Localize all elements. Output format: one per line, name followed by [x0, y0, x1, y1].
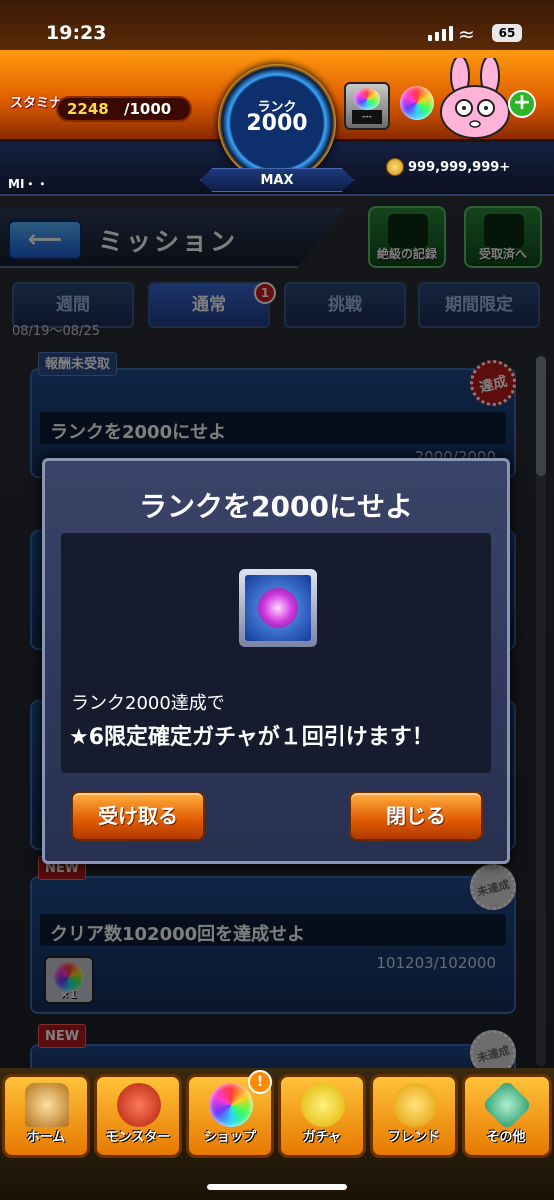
shop-icon — [209, 1083, 253, 1127]
orb-storage-value: --- — [352, 110, 382, 124]
player-name: MI・・ — [8, 177, 49, 191]
avatar[interactable] — [438, 58, 516, 140]
nav-friend-label: フレンド — [387, 1130, 440, 1145]
reward-dialog: ランクを2000にせよ ランク2000達成で ★6限定確定ガチャが１回引けます！… — [42, 458, 510, 864]
rank-value: 2000 — [246, 111, 308, 136]
gacha-icon — [301, 1083, 345, 1127]
coin-counter: 999,999,999+ — [386, 158, 510, 176]
nav-other-label: その他 — [486, 1130, 526, 1145]
nav-home-label: ホーム — [26, 1130, 66, 1145]
nav-gacha[interactable]: ガチャ — [278, 1074, 366, 1158]
signal-icon — [428, 26, 453, 41]
nav-other[interactable]: その他 — [462, 1074, 552, 1158]
receive-button[interactable]: 受け取る — [71, 791, 205, 841]
gacha-ticket-icon — [239, 569, 317, 647]
home-icon — [25, 1083, 69, 1127]
close-button[interactable]: 閉じる — [349, 791, 483, 841]
coin-value: 999,999,999+ — [408, 159, 511, 175]
rank-max-tag: MAX — [200, 168, 354, 192]
battery-icon: 65 — [492, 24, 522, 42]
nav-shop-label: ショップ — [203, 1130, 256, 1145]
stamina-label: スタミナ — [10, 96, 63, 111]
home-indicator — [207, 1184, 347, 1190]
dialog-title: ランクを2000にせよ — [139, 490, 413, 523]
wifi-icon: ≈ — [458, 22, 475, 46]
nav-gacha-label: ガチャ — [302, 1130, 342, 1145]
stamina-value: 2248 — [67, 100, 109, 118]
stamina-max: /1000 — [124, 100, 172, 118]
dialog-desc-line2: ★6限定確定ガチャが１回引けます！ — [69, 725, 434, 750]
coin-icon — [386, 158, 404, 176]
status-bar: 19:23 ≈ 65 — [0, 0, 554, 50]
orb-icon[interactable] — [400, 86, 434, 120]
nav-friend[interactable]: フレンド — [370, 1074, 458, 1158]
shop-alert-badge: ! — [248, 1070, 272, 1094]
friend-icon — [393, 1083, 437, 1127]
nav-home[interactable]: ホーム — [2, 1074, 90, 1158]
dialog-body: ランク2000達成で ★6限定確定ガチャが１回引けます！ — [61, 533, 491, 773]
nav-monster[interactable]: モンスター — [94, 1074, 182, 1158]
clock: 19:23 — [46, 22, 107, 44]
other-icon — [481, 1079, 533, 1131]
orb-storage-button[interactable]: --- — [344, 82, 390, 130]
rank-badge[interactable]: ランク 2000 — [218, 64, 336, 182]
dialog-desc-line1: ランク2000達成で — [71, 693, 225, 714]
monster-icon — [117, 1083, 161, 1127]
orb-icon — [354, 88, 380, 110]
add-orb-button[interactable]: + — [508, 90, 536, 118]
nav-monster-label: モンスター — [105, 1130, 171, 1145]
